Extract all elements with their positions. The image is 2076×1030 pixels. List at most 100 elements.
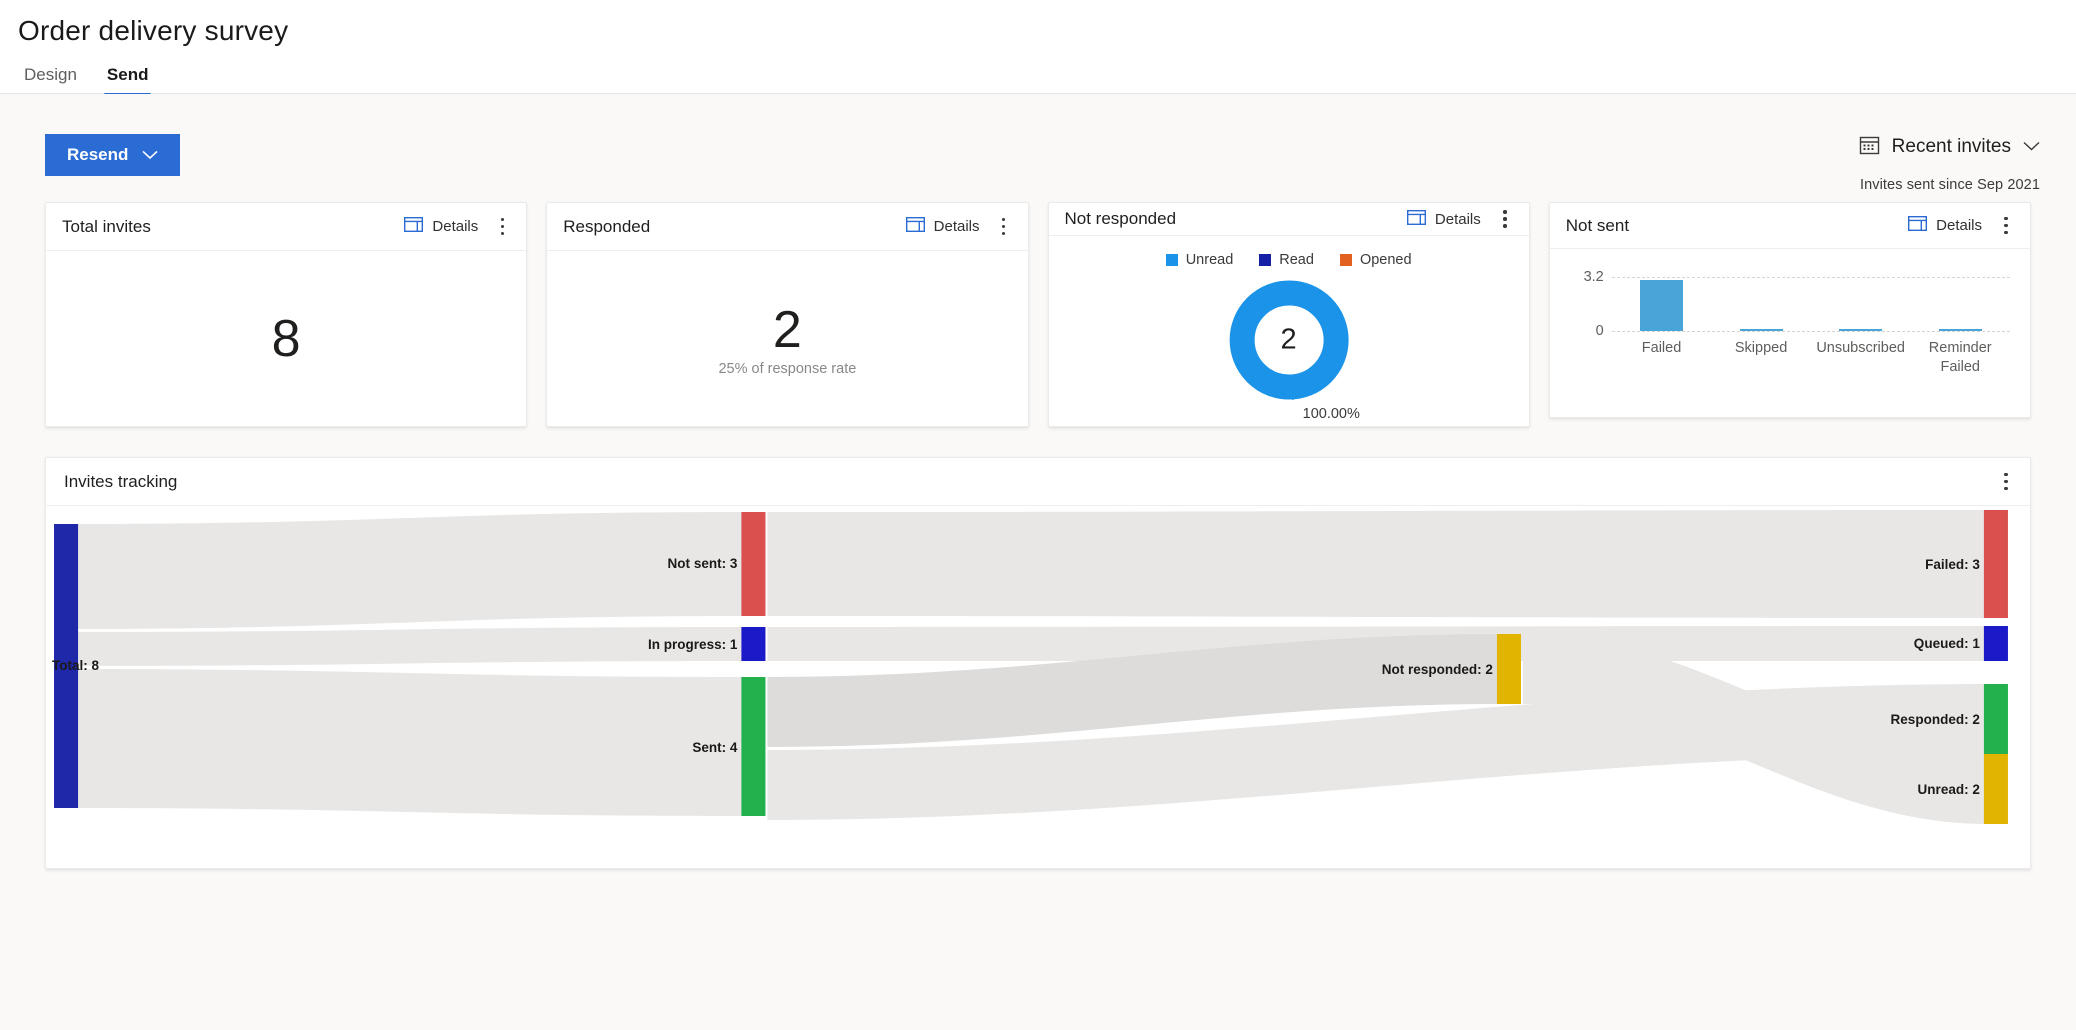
donut-center-value: 2 — [1281, 324, 1297, 357]
resend-button-label: Resend — [67, 145, 128, 165]
toolbar: Resend Recent invites — [28, 94, 2048, 198]
kpi-card-row: Total invites Details 8 — [28, 202, 2048, 427]
more-vertical-icon[interactable] — [488, 212, 516, 242]
bar-category-labels: Failed Skipped Unsubscribed ReminderFail… — [1612, 339, 2010, 377]
sankey-label-queued: Queued: 1 — [1914, 636, 1981, 651]
card-title: Not sent — [1566, 216, 1902, 236]
details-label: Details — [1936, 217, 1982, 234]
legend-item-opened[interactable]: Opened — [1340, 252, 1412, 268]
card-body: 3.2 0 — [1550, 249, 2030, 417]
details-button[interactable]: Details — [1401, 206, 1487, 233]
sankey-node-not-sent[interactable] — [741, 512, 765, 616]
responded-value: 2 — [547, 301, 1027, 359]
responded-subtext: 25% of response rate — [547, 361, 1027, 377]
bar-label-reminder-failed: ReminderFailed — [1910, 339, 2010, 377]
legend-swatch — [1340, 254, 1352, 266]
panel-title: Invites tracking — [64, 472, 1988, 492]
card-not-sent: Not sent Details — [1549, 202, 2031, 418]
card-header: Not sent Details — [1550, 203, 2030, 249]
bar-plot-area — [1612, 277, 2010, 331]
legend-swatch — [1166, 254, 1178, 266]
legend-label: Opened — [1360, 252, 1412, 268]
details-label: Details — [1435, 211, 1481, 228]
card-not-responded: Not responded Details — [1048, 202, 1530, 427]
recent-invites-selector[interactable]: Recent invites — [1859, 134, 2040, 160]
invites-tracking-panel: Invites tracking — [45, 457, 2031, 869]
sankey-label-not-sent: Not sent: 3 — [668, 556, 738, 571]
tab-design[interactable]: Design — [18, 62, 83, 96]
more-vertical-icon[interactable] — [1491, 204, 1519, 234]
panel-icon — [1908, 216, 1927, 235]
card-header: Responded Details — [547, 203, 1027, 251]
recent-invites-area: Recent invites Invites sent since Sep 20… — [1859, 134, 2048, 193]
sankey-node-failed[interactable] — [1984, 510, 2008, 618]
sankey-label-total: Total: 8 — [52, 658, 100, 673]
calendar-icon — [1859, 134, 1880, 160]
page-title: Order delivery survey — [14, 14, 2076, 48]
legend-label: Unread — [1186, 252, 1234, 268]
card-header: Not responded Details — [1049, 203, 1529, 236]
more-vertical-icon[interactable] — [990, 212, 1018, 242]
y-tick-bottom: 0 — [1564, 323, 1604, 339]
card-title: Not responded — [1065, 209, 1401, 229]
legend-label: Read — [1279, 252, 1314, 268]
card-responded: Responded Details 2 25% of — [546, 202, 1028, 427]
tab-bar: Design Send — [14, 62, 2076, 96]
tab-send[interactable]: Send — [101, 62, 155, 96]
donut-chart[interactable]: 2 100.00% — [1049, 276, 1529, 426]
legend-item-read[interactable]: Read — [1259, 252, 1314, 268]
sankey-node-unread[interactable] — [1984, 754, 2008, 824]
card-title: Responded — [563, 217, 899, 237]
more-vertical-icon[interactable] — [1992, 467, 2020, 497]
donut-legend: Unread Read Opened — [1049, 236, 1529, 268]
not-sent-bar-chart[interactable]: 3.2 0 — [1564, 267, 2016, 417]
sankey-label-responded: Responded: 2 — [1891, 712, 1980, 727]
bar-label-unsubscribed: Unsubscribed — [1811, 339, 1911, 377]
invites-since-text: Invites sent since Sep 2021 — [1859, 177, 2040, 193]
sankey-label-in-progress: In progress: 1 — [648, 637, 738, 652]
panel-icon — [404, 217, 423, 236]
card-header: Total invites Details — [46, 203, 526, 251]
panel-icon — [1407, 210, 1426, 229]
bar-label-skipped: Skipped — [1711, 339, 1811, 377]
sankey-label-not-responded: Not responded: 2 — [1382, 662, 1493, 677]
legend-swatch — [1259, 254, 1271, 266]
sankey-chart[interactable]: Total: 8 Not sent: 3 In progress: 1 Sent… — [46, 506, 2030, 868]
sankey-label-unread: Unread: 2 — [1918, 782, 1980, 797]
details-label: Details — [934, 218, 980, 235]
y-tick-top: 3.2 — [1564, 269, 1604, 285]
details-button[interactable]: Details — [1902, 212, 1988, 239]
bar-column-reminder-failed[interactable] — [1910, 329, 2010, 332]
bar-column-unsubscribed[interactable] — [1811, 329, 1911, 332]
card-body: 2 25% of response rate — [547, 251, 1027, 426]
main-content: Resend Recent invites — [0, 94, 2076, 1030]
sankey-node-queued[interactable] — [1984, 626, 2008, 661]
sankey-label-sent: Sent: 4 — [692, 740, 738, 755]
donut-percent-label: 100.00% — [1303, 406, 1360, 422]
total-invites-value: 8 — [46, 310, 526, 368]
gridline-bottom — [1612, 331, 2010, 332]
bar-column-skipped[interactable] — [1711, 329, 1811, 332]
sankey-node-sent[interactable] — [741, 677, 765, 816]
card-body: Unread Read Opened — [1049, 236, 1529, 426]
bar-column-failed[interactable] — [1612, 280, 1712, 331]
sankey-links — [68, 510, 1988, 824]
more-vertical-icon[interactable] — [1992, 211, 2020, 241]
details-button[interactable]: Details — [398, 213, 484, 240]
panel-icon — [906, 217, 925, 236]
bar-label-failed: Failed — [1612, 339, 1712, 377]
resend-button[interactable]: Resend — [45, 134, 180, 176]
recent-invites-label: Recent invites — [1892, 136, 2011, 158]
panel-header: Invites tracking — [46, 458, 2030, 506]
card-title: Total invites — [62, 217, 398, 237]
card-body: 8 — [46, 251, 526, 426]
sankey-node-responded[interactable] — [1984, 684, 2008, 754]
card-total-invites: Total invites Details 8 — [45, 202, 527, 427]
sankey-node-in-progress[interactable] — [741, 627, 765, 661]
details-button[interactable]: Details — [900, 213, 986, 240]
legend-item-unread[interactable]: Unread — [1166, 252, 1234, 268]
details-label: Details — [432, 218, 478, 235]
sankey-node-not-responded[interactable] — [1497, 634, 1521, 704]
sankey-label-failed: Failed: 3 — [1925, 557, 1980, 572]
sankey-svg: Total: 8 Not sent: 3 In progress: 1 Sent… — [46, 506, 2030, 868]
